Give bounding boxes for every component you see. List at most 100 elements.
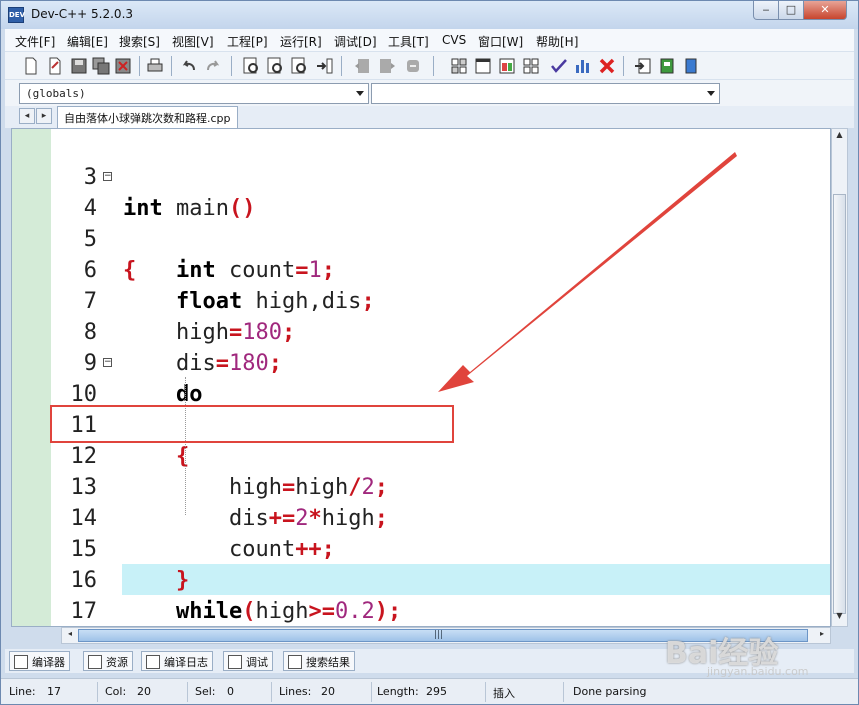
baidu-watermark-url: jingyan.baidu.com <box>707 665 809 678</box>
function-select[interactable] <box>371 83 720 104</box>
vertical-scrollbar[interactable]: ▲ ▼ <box>831 128 848 627</box>
status-sel: 0 <box>227 685 234 698</box>
find-icon[interactable] <box>241 56 261 76</box>
compile-log-icon <box>146 655 160 669</box>
status-line: 17 <box>47 685 61 698</box>
scope-select[interactable]: (globals) <box>19 83 369 104</box>
delete-icon[interactable] <box>597 56 617 76</box>
status-message: Done parsing <box>573 685 647 698</box>
status-sel-label: Sel: <box>195 685 216 698</box>
stop-icon[interactable] <box>403 56 423 76</box>
code-line: 16 while(high>=0.2); <box>12 534 830 624</box>
file-tab-bar: ◂ ▸ 自由落体小球弹跳次数和路程.cpp <box>5 106 854 128</box>
menu-cvs[interactable]: CVS <box>442 33 466 47</box>
tab-resources[interactable]: 资源 <box>83 651 133 671</box>
app-window: DEV Dev-C++ 5.2.0.3 ‒ □ ✕ 文件[F] 编辑[E] 搜索… <box>0 0 859 705</box>
chart-icon[interactable] <box>573 56 593 76</box>
close-file-icon[interactable] <box>113 56 133 76</box>
tab-scroll-left-icon[interactable]: ◂ <box>19 108 35 124</box>
status-bar: Line: 17 Col: 20 Sel: 0 Lines: 20 Length… <box>1 678 858 704</box>
menu-file[interactable]: 文件[F] <box>15 33 55 50</box>
fold-toggle-icon[interactable]: − <box>103 358 112 367</box>
close-button[interactable]: ✕ <box>803 1 847 20</box>
vertical-scroll-thumb[interactable] <box>833 194 846 614</box>
scroll-up-icon[interactable]: ▲ <box>833 130 846 144</box>
tab-debug[interactable]: 调试 <box>223 651 273 671</box>
menu-tools[interactable]: 工具[T] <box>388 33 429 50</box>
status-col: 20 <box>137 685 151 698</box>
scroll-left-icon[interactable]: ◂ <box>63 629 77 642</box>
indent-guide <box>185 377 186 515</box>
tab-compile-log[interactable]: 编译日志 <box>141 651 213 671</box>
save-all-icon[interactable] <box>91 56 111 76</box>
status-col-label: Col: <box>105 685 127 698</box>
scope-select-value: (globals) <box>26 87 86 100</box>
status-line-label: Line: <box>9 685 36 698</box>
tab-scroll-right-icon[interactable]: ▸ <box>36 108 52 124</box>
project-options-icon[interactable] <box>681 56 701 76</box>
menu-search[interactable]: 搜索[S] <box>119 33 160 50</box>
search-results-icon <box>288 655 302 669</box>
find-next-icon[interactable] <box>289 56 309 76</box>
rebuild-icon[interactable] <box>521 56 541 76</box>
dev-cpp-icon: DEV <box>8 7 25 23</box>
indent-right-icon[interactable] <box>377 56 397 76</box>
tab-compile-log-label: 编译日志 <box>164 656 208 669</box>
tab-resources-label: 资源 <box>106 656 128 669</box>
status-lines-label: Lines: <box>279 685 312 698</box>
menu-window[interactable]: 窗口[W] <box>478 33 523 50</box>
menu-run[interactable]: 运行[R] <box>280 33 322 50</box>
title-bar: DEV Dev-C++ 5.2.0.3 ‒ □ ✕ <box>1 1 858 29</box>
code-line: 17 cout<<"小球下落的次数是："<<count<<endl; <box>12 565 830 624</box>
code-line: 9 do <box>12 317 830 407</box>
scroll-down-icon[interactable]: ▼ <box>833 611 846 625</box>
menu-edit[interactable]: 编辑[E] <box>67 33 108 50</box>
compile-run-icon[interactable] <box>497 56 517 76</box>
redo-icon[interactable] <box>203 56 223 76</box>
open-project-icon[interactable] <box>657 56 677 76</box>
tab-search-results[interactable]: 搜索结果 <box>283 651 355 671</box>
undo-icon[interactable] <box>179 56 199 76</box>
tab-compiler-label: 编译器 <box>32 656 65 669</box>
code-line: 15 } <box>12 503 830 593</box>
file-tab[interactable]: 自由落体小球弹跳次数和路程.cpp <box>57 106 238 128</box>
toolbar <box>5 51 854 79</box>
check-syntax-icon[interactable] <box>549 56 569 76</box>
run-icon[interactable] <box>473 56 493 76</box>
minimize-button[interactable]: ‒ <box>753 1 779 20</box>
code-line: 4 − { <box>12 162 830 284</box>
code-line: 3 int main() <box>12 131 830 221</box>
tab-debug-label: 调试 <box>246 656 268 669</box>
status-insert-mode: 插入 <box>493 687 515 700</box>
menu-project[interactable]: 工程[P] <box>227 33 268 50</box>
open-file-icon[interactable] <box>45 56 65 76</box>
menu-help[interactable]: 帮助[H] <box>536 33 578 50</box>
fold-toggle-icon[interactable]: − <box>103 172 112 181</box>
menu-bar: 文件[F] 编辑[E] 搜索[S] 视图[V] 工程[P] 运行[R] 调试[D… <box>5 29 854 51</box>
status-length: 295 <box>426 685 447 698</box>
tab-compiler[interactable]: 编译器 <box>9 651 70 671</box>
indent-left-icon[interactable] <box>353 56 373 76</box>
menu-debug[interactable]: 调试[D] <box>334 33 377 50</box>
maximize-button[interactable]: □ <box>778 1 804 20</box>
new-project-icon[interactable] <box>633 56 653 76</box>
scroll-right-icon[interactable]: ▸ <box>815 629 829 642</box>
status-lines: 20 <box>321 685 335 698</box>
code-line: 13 dis+=2*high; <box>12 441 830 531</box>
replace-icon[interactable] <box>265 56 285 76</box>
compiler-icon <box>14 655 28 669</box>
code-line: 8 dis=180; <box>12 286 830 376</box>
chevron-down-icon <box>356 91 364 96</box>
resources-icon <box>88 655 102 669</box>
goto-line-icon[interactable] <box>315 56 335 76</box>
compile-icon[interactable] <box>449 56 469 76</box>
code-line: 6 float high,dis; <box>12 224 830 314</box>
menu-view[interactable]: 视图[V] <box>172 33 214 50</box>
code-editor[interactable]: 3 int main() 4 − { 5 int count=1; 6 floa… <box>11 128 831 627</box>
scope-bar: (globals) <box>5 79 854 106</box>
save-icon[interactable] <box>69 56 89 76</box>
print-icon[interactable] <box>145 56 165 76</box>
code-line: 5 int count=1; <box>12 193 830 283</box>
new-file-icon[interactable] <box>21 56 41 76</box>
code-line: 14 count++; <box>12 472 830 562</box>
